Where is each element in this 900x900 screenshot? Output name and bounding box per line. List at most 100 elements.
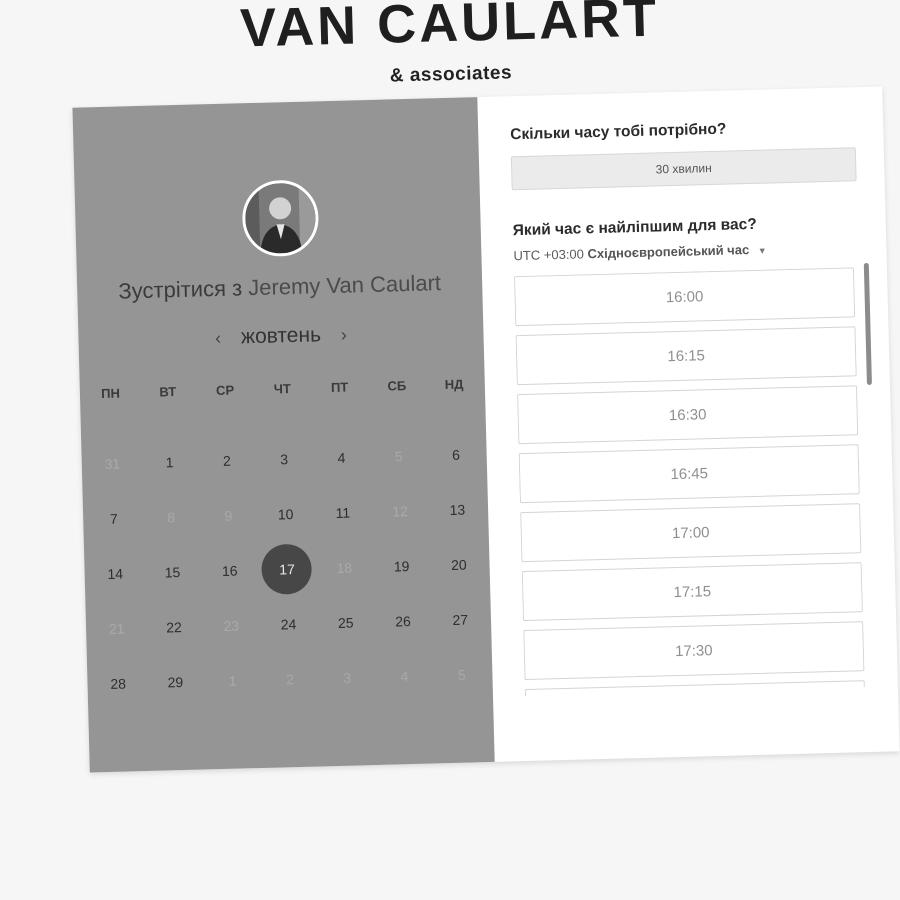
calendar-panel: Зустрітися з Jeremy Van Caulart ‹ жовтен… bbox=[72, 97, 495, 773]
brand-header: VAN CAULART & associates bbox=[0, 0, 900, 98]
calendar-day: 23 bbox=[202, 597, 261, 653]
calendar-day[interactable]: 15 bbox=[143, 544, 202, 600]
calendar-day-label: 12 bbox=[392, 502, 409, 519]
calendar-day[interactable]: 24 bbox=[259, 595, 318, 651]
timezone-select[interactable]: UTC +03:00 Східноєвропейський час ▼ bbox=[513, 242, 767, 263]
time-slot-button[interactable] bbox=[524, 680, 865, 697]
time-slot-button[interactable]: 16:00 bbox=[513, 267, 856, 327]
calendar-day-label: 27 bbox=[452, 611, 469, 628]
calendar-day[interactable]: 3 bbox=[255, 431, 314, 487]
timezone-name: Східноєвропейський час bbox=[587, 242, 750, 262]
time-slot-button[interactable]: 17:00 bbox=[520, 503, 862, 563]
calendar-day-label: 13 bbox=[449, 501, 466, 518]
calendar-grid: 31 1 2 3 4 5 6 7 8 9 10 11 12 13 14 15 16 17 18 19 20 21 22 23 2… bbox=[83, 426, 491, 711]
calendar-day-label: 1 bbox=[165, 453, 174, 470]
calendar-day: 5 bbox=[369, 428, 428, 484]
calendar-day-label: 7 bbox=[109, 510, 118, 527]
calendar-day[interactable]: 19 bbox=[372, 538, 431, 594]
host-avatar bbox=[241, 179, 320, 258]
calendar-day[interactable]: 20 bbox=[430, 536, 489, 592]
calendar-day-label: 2 bbox=[285, 670, 295, 687]
person-photo-icon bbox=[244, 182, 317, 255]
host-prefix: Зустрітися з bbox=[118, 275, 243, 304]
calendar-day[interactable]: 27 bbox=[431, 591, 490, 647]
calendar-day-label: 5 bbox=[457, 666, 466, 683]
calendar-day-label: 11 bbox=[335, 504, 351, 521]
calendar-day: 5 bbox=[432, 646, 491, 702]
weekday-label: ПН bbox=[100, 385, 121, 402]
calendar-day-label: 4 bbox=[400, 667, 409, 684]
calendar-day[interactable]: 13 bbox=[428, 481, 487, 537]
month-label: жовтень bbox=[240, 323, 322, 349]
calendar-day-selected[interactable]: 17 bbox=[258, 541, 317, 597]
caret-down-icon[interactable]: ▼ bbox=[758, 246, 767, 256]
calendar-day-label: 21 bbox=[108, 620, 125, 637]
calendar-day: 21 bbox=[87, 600, 146, 656]
calendar-day-label: 9 bbox=[224, 507, 233, 524]
calendar-day-label: 16 bbox=[221, 562, 238, 579]
calendar-day[interactable]: 4 bbox=[312, 429, 371, 485]
calendar-day[interactable]: 29 bbox=[146, 653, 205, 709]
calendar-day-label: 5 bbox=[394, 447, 403, 464]
calendar-day-label: 19 bbox=[393, 557, 410, 574]
weekday-label: ВТ bbox=[159, 384, 177, 400]
calendar-day[interactable]: 16 bbox=[200, 542, 259, 598]
calendar-day-label: 18 bbox=[336, 559, 353, 576]
calendar-day[interactable]: 1 bbox=[140, 434, 199, 490]
calendar-day-label: 20 bbox=[450, 556, 467, 573]
scrollbar[interactable] bbox=[863, 262, 872, 386]
calendar-day[interactable]: 28 bbox=[89, 655, 148, 711]
calendar-day[interactable]: 26 bbox=[374, 592, 433, 648]
duration-question: Скільки часу тобі потрібно? bbox=[510, 120, 727, 144]
calendar-day[interactable]: 11 bbox=[314, 484, 373, 540]
calendar-day-label: 1 bbox=[228, 672, 237, 689]
time-slot-button[interactable]: 16:30 bbox=[517, 385, 859, 445]
calendar-day-label: 4 bbox=[337, 449, 346, 466]
calendar-day-label: 28 bbox=[110, 675, 127, 692]
calendar-day[interactable]: 6 bbox=[427, 426, 486, 482]
host-name: Jeremy Van Caulart bbox=[247, 270, 442, 301]
calendar-day[interactable]: 25 bbox=[316, 594, 375, 650]
calendar-day-label: 22 bbox=[165, 618, 182, 635]
duration-select[interactable]: 30 хвилин bbox=[510, 147, 857, 191]
calendar-day: 1 bbox=[203, 652, 262, 708]
calendar-day: 8 bbox=[142, 489, 201, 545]
weekday-label: ПТ bbox=[330, 379, 349, 396]
time-slot-button[interactable]: 16:15 bbox=[515, 326, 857, 386]
calendar-day-label: 2 bbox=[222, 452, 232, 469]
calendar-day-label: 8 bbox=[166, 508, 176, 525]
calendar-day: 9 bbox=[199, 487, 258, 543]
calendar-day: 2 bbox=[261, 650, 320, 706]
calendar-day[interactable]: 10 bbox=[256, 486, 315, 542]
time-slot-button[interactable]: 17:30 bbox=[523, 621, 865, 681]
calendar-day: 4 bbox=[375, 647, 434, 703]
calendar-day[interactable]: 22 bbox=[145, 598, 204, 654]
weekday-label: НД bbox=[444, 376, 464, 393]
prev-month-icon[interactable]: ‹ bbox=[201, 328, 236, 350]
weekday-header: ПН ВТ СР ЧТ ПТ СБ НД bbox=[82, 376, 483, 401]
calendar-day-label: 3 bbox=[343, 669, 352, 686]
calendar-day: 31 bbox=[83, 435, 142, 491]
next-month-icon[interactable]: › bbox=[327, 324, 362, 346]
calendar-day-label: 10 bbox=[277, 505, 294, 522]
calendar-day-label: 25 bbox=[337, 614, 354, 631]
calendar-day[interactable]: 14 bbox=[86, 545, 145, 601]
time-panel: Скільки часу тобі потрібно? 30 хвилин Як… bbox=[477, 87, 899, 762]
calendar-day[interactable]: 7 bbox=[84, 490, 143, 546]
calendar-day-label: 17 bbox=[261, 543, 313, 595]
calendar-day[interactable]: 2 bbox=[198, 432, 257, 488]
calendar-day: 18 bbox=[315, 539, 374, 595]
time-question: Який час є найліпшим для вас? bbox=[512, 215, 757, 240]
weekday-label: ЧТ bbox=[273, 381, 292, 397]
time-slot-button[interactable]: 17:15 bbox=[521, 562, 863, 622]
month-navigation: ‹ жовтень › bbox=[78, 319, 483, 354]
weekday-label: СБ bbox=[387, 378, 407, 394]
calendar-day: 3 bbox=[318, 649, 377, 705]
calendar-day-label: 3 bbox=[280, 450, 289, 467]
host-heading: Зустрітися з Jeremy Van Caulart bbox=[77, 269, 483, 306]
calendar-day-label: 23 bbox=[223, 617, 240, 634]
calendar-day-label: 15 bbox=[164, 563, 181, 580]
calendar-day-label: 26 bbox=[395, 612, 412, 629]
time-slot-button[interactable]: 16:45 bbox=[518, 444, 860, 504]
calendar-day-label: 14 bbox=[107, 565, 124, 582]
